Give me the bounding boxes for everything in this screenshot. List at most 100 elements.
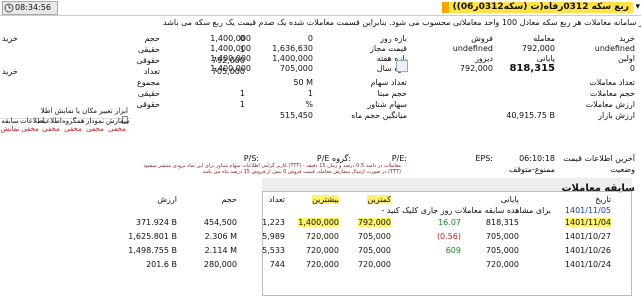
history-row-last: 705,000	[485, 246, 519, 255]
history-row-date: 1401/11/04	[564, 218, 611, 227]
people-row-value-0: 0	[239, 34, 245, 43]
clock-box: 08:34:56	[2, 1, 58, 15]
tools-label: ابزار تغییر مکان یا نمایش اطلا	[40, 107, 128, 115]
history-row-change: 609	[445, 246, 461, 255]
tool-button-history[interactable]: سابقه نمایش	[0, 117, 20, 133]
people-row-label-2: حقوقی	[136, 56, 160, 65]
history-header-low: کمترین	[367, 195, 391, 204]
history-header-value: ارزش	[157, 195, 177, 204]
allowed-low: 1,636,630	[272, 44, 313, 53]
people-row-label-1: حقیقی	[137, 45, 160, 54]
chevron-down-icon[interactable]: ▾	[635, 2, 640, 12]
history-row-low: 792,000	[357, 218, 391, 227]
year-low: 705,000	[279, 64, 313, 73]
week-low: 1,400,000	[272, 54, 313, 63]
value-yesterday: 792,000	[459, 64, 493, 73]
value-last: 818,315	[509, 63, 555, 74]
history-row-count: 744	[269, 260, 285, 269]
tool-button-order[interactable]: سفارش مخفی	[106, 117, 130, 133]
tool-button-group[interactable]: همگروه مخفی	[62, 117, 85, 133]
notice-text: در سامانه معاملات هر ربع سکه معادل 100 و…	[163, 18, 641, 27]
history-row-volume: 280,000	[203, 260, 237, 269]
history-row-value: 371.924 B	[135, 218, 177, 227]
history-row-last: 720,000	[485, 260, 519, 269]
people-row-label-3: تعداد	[143, 67, 160, 76]
value-status: ممنوع-متوقف	[508, 165, 555, 174]
clock-icon	[4, 3, 14, 13]
history-row-date: 1401/10/24	[564, 260, 611, 269]
history-row-count: 5,533	[262, 246, 285, 255]
value-base-vol: 1	[307, 89, 313, 98]
info-icon[interactable]	[396, 60, 408, 72]
tool-notice-sub: مخفی	[42, 125, 60, 133]
people-row-label-4: مجموع	[137, 78, 160, 87]
label-day-range: بازه روز	[380, 34, 407, 43]
history-row-date: 1401/10/26	[564, 246, 611, 255]
tool-history-sub: نمایش	[0, 125, 20, 133]
tool-order-sub: مخفی	[108, 125, 126, 133]
history-row-count: 5,989	[262, 232, 285, 241]
label-buy: خرید	[619, 34, 635, 43]
history-hint[interactable]: - برای مشاهده سابقه معاملات روز جاری کلی…	[381, 206, 551, 215]
history-row-date[interactable]: 1401/11/05	[565, 206, 611, 215]
tool-button-chart[interactable]: نمودار مخفی	[84, 117, 106, 133]
value-sell: undefined	[452, 44, 493, 53]
label-trades-volume: حجم معاملات	[589, 89, 635, 98]
value-last-info: 06:10:18	[519, 154, 555, 163]
history-header-count: تعداد	[268, 195, 285, 204]
people-buy-label-2: خرید	[2, 67, 18, 76]
people-row-label-0: حجم	[144, 34, 160, 43]
tools-buttons: سفارش مخفی نمودار مخفی همگروه مخفی اطلاعیه م…	[0, 117, 130, 139]
tool-info-sub: مخفی	[21, 125, 39, 133]
history-row-volume: 2.306 M	[204, 232, 237, 241]
history-row-change: (0.56)	[436, 232, 461, 241]
warning-line-2: در صورت ارسال سفارش معامله، قیمت فروش 0 …	[202, 169, 401, 175]
history-row-high: 1,400,000	[298, 218, 339, 227]
history-row-value: 1,498.755 B	[128, 246, 177, 255]
value-float: %	[305, 100, 313, 109]
people-row-label-5: حقیقی	[137, 89, 160, 98]
tool-group-sub: مخفی	[64, 125, 82, 133]
history-row-value: 201.6 B	[146, 260, 177, 269]
people-row-value-3: 705,000	[211, 67, 245, 76]
history-row-value: 1,625.801 B	[128, 232, 177, 241]
label-eps: EPS:	[475, 154, 493, 163]
history-row-date: 1401/10/27	[564, 232, 611, 241]
label-float: سهام شناور	[367, 100, 407, 109]
history-header-last: پایانی	[500, 195, 519, 204]
value-avg-vol: 515,450	[279, 111, 313, 120]
tool-info-label: اطلاعات	[20, 117, 45, 125]
people-row-value-1: 1	[239, 45, 245, 54]
tool-order-label: سفارش	[106, 117, 130, 125]
history-title: سابقه معاملات	[561, 183, 635, 194]
history-header-high: بیشترین	[312, 195, 339, 204]
value-buy: undefined	[594, 44, 635, 53]
label-market-value: ارزش بازار	[598, 111, 635, 120]
tool-history-label: سابقه	[1, 117, 19, 125]
value-shares-count: 50 M	[293, 78, 313, 87]
clock-time: 08:34:56	[15, 3, 51, 12]
label-trades-value: ارزش معاملات	[585, 100, 635, 109]
history-row-low: 705,000	[357, 232, 391, 241]
label-allowed: قیمت مجاز	[369, 44, 407, 53]
tool-group-label: همگروه	[62, 117, 85, 125]
label-sell: فروش	[471, 34, 493, 43]
tool-button-info[interactable]: اطلاعات مخفی	[20, 117, 45, 133]
label-first: اولین	[617, 54, 635, 63]
history-row-last: 705,000	[485, 232, 519, 241]
history-row-high: 720,000	[305, 232, 339, 241]
label-trades-count: تعداد معاملات	[589, 78, 635, 87]
label-shares-count: تعداد سهام	[370, 78, 407, 87]
value-market-value: 40,915.75 B	[506, 111, 555, 120]
value-first: 0	[629, 64, 635, 73]
history-row-high: 720,000	[305, 246, 339, 255]
title-bar-spacer	[90, 2, 450, 13]
history-row-last: 818,315	[485, 218, 519, 227]
people-row-value-2: 792,000	[211, 56, 245, 65]
people-row-value-5: 1	[239, 89, 245, 98]
history-header-volume: حجم	[221, 195, 237, 204]
history-row-low: 705,000	[357, 246, 391, 255]
symbol-title: (ربع سکه 0312رفاه(ت (سکه0312ر06)	[448, 2, 633, 13]
history-row-count: 1,223	[262, 218, 285, 227]
label-base-vol: حجم مبنا	[377, 89, 407, 98]
